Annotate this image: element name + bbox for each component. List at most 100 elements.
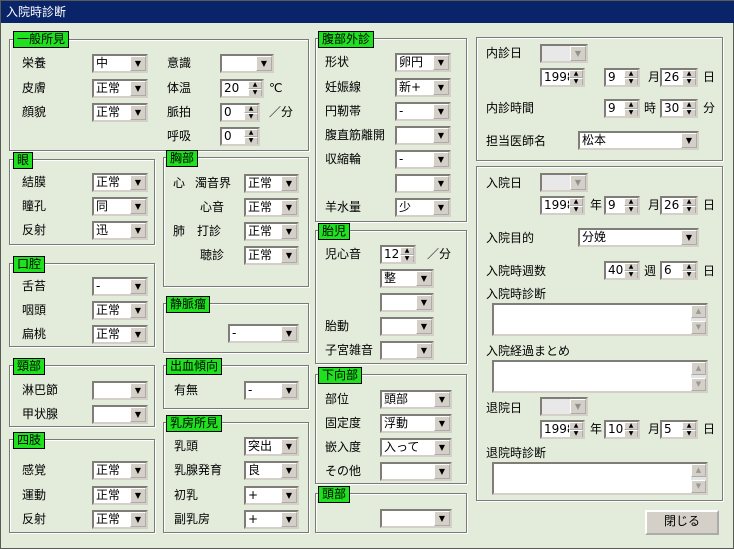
accessory-select[interactable]: + ▼ bbox=[244, 510, 299, 529]
thyroid-select[interactable]: ▼ bbox=[92, 405, 148, 424]
ligament-select[interactable]: - ▼ bbox=[395, 102, 451, 121]
admission-year-spinner[interactable]: 1998 ▲ ▼ bbox=[540, 196, 585, 215]
gland-select[interactable]: 良 ▼ bbox=[244, 461, 299, 480]
scroll-up-icon[interactable]: ▲ bbox=[691, 464, 706, 477]
discharge-month-spinner[interactable]: 10 ▲ ▼ bbox=[604, 420, 640, 439]
bleeding-select[interactable]: - ▼ bbox=[244, 381, 299, 400]
doctor-select[interactable]: 松本 ▼ bbox=[578, 131, 699, 150]
consciousness-select[interactable]: ▼ bbox=[220, 54, 274, 73]
fhr-label: 児心音 bbox=[325, 247, 362, 261]
doctor-label: 担当医師名 bbox=[486, 134, 547, 148]
exam-hour-spinner[interactable]: 9 ▲ ▼ bbox=[604, 99, 640, 118]
ring-select[interactable]: - ▼ bbox=[395, 150, 451, 169]
percussion-select[interactable]: 正常 ▼ bbox=[244, 222, 299, 241]
rhythm-select[interactable]: 整 ▼ bbox=[380, 269, 434, 288]
purpose-label: 入院目的 bbox=[486, 231, 535, 245]
exam-minute-spinner[interactable]: 30 ▲ ▼ bbox=[660, 99, 698, 118]
fetus-blank-select[interactable]: ▼ bbox=[380, 293, 434, 312]
head-select[interactable]: ▼ bbox=[380, 509, 452, 528]
exam-day-spinner[interactable]: 26 ▲ ▼ bbox=[660, 68, 698, 87]
varicose-select[interactable]: - ▼ bbox=[228, 324, 299, 343]
scrollbar[interactable]: ▲ ▼ bbox=[691, 362, 706, 391]
close-button[interactable]: 閉じる bbox=[645, 510, 719, 535]
movement-select[interactable]: ▼ bbox=[380, 317, 434, 336]
discharge-year-spinner[interactable]: 1998 ▲ ▼ bbox=[540, 420, 585, 439]
percussion-label: 打診 bbox=[197, 224, 222, 238]
rectus-select[interactable]: ▼ bbox=[395, 126, 451, 145]
pulse-spinner[interactable]: 0 ▲ ▼ bbox=[220, 103, 260, 122]
scroll-down-icon[interactable]: ▼ bbox=[691, 378, 706, 391]
pupil-select[interactable]: 同 ▼ bbox=[92, 197, 148, 216]
resp-spinner[interactable]: 0 ▲ ▼ bbox=[220, 127, 260, 146]
other-select[interactable]: ▼ bbox=[380, 462, 452, 481]
chevron-down-icon: ▼ bbox=[130, 105, 146, 120]
temp-spinner[interactable]: 20 ▲ ▼ bbox=[220, 79, 264, 98]
skin-select[interactable]: 正常 ▼ bbox=[92, 79, 148, 98]
chevron-down-icon: ▼ bbox=[433, 176, 449, 191]
chevron-down-icon: ▼ bbox=[281, 326, 297, 341]
chevron-down-icon: ▼ bbox=[433, 128, 449, 143]
admission-date-select[interactable]: ▼ bbox=[540, 173, 588, 192]
gland-label: 乳腺発育 bbox=[174, 463, 223, 477]
scroll-up-icon[interactable]: ▲ bbox=[691, 305, 706, 318]
diag-textarea[interactable]: ▲ ▼ bbox=[492, 303, 708, 336]
limbs-reflex-select[interactable]: 正常 ▼ bbox=[92, 510, 148, 529]
chevron-down-icon: ▼ bbox=[281, 383, 297, 398]
pharynx-select[interactable]: 正常 ▼ bbox=[92, 301, 148, 320]
fhr-spinner[interactable]: 120 ▲ ▼ bbox=[380, 245, 416, 264]
tonsil-select[interactable]: 正常 ▼ bbox=[92, 325, 148, 344]
tongue-select[interactable]: - ▼ bbox=[92, 277, 148, 296]
motor-select[interactable]: 正常 ▼ bbox=[92, 486, 148, 505]
chevron-down-icon: ▼ bbox=[434, 440, 450, 455]
auscult-select[interactable]: 正常 ▼ bbox=[244, 246, 299, 265]
chevron-down-icon: ▼ bbox=[433, 55, 449, 70]
dull-select[interactable]: 正常 ▼ bbox=[244, 174, 299, 193]
exam-month-spinner[interactable]: 9 ▲ ▼ bbox=[604, 68, 640, 87]
tonsil-label: 扁桃 bbox=[22, 327, 47, 341]
scroll-up-icon[interactable]: ▲ bbox=[691, 362, 706, 375]
purpose-select[interactable]: 分娩 ▼ bbox=[578, 228, 699, 247]
scroll-down-icon[interactable]: ▼ bbox=[691, 480, 706, 493]
abdomen-extra-select[interactable]: ▼ bbox=[395, 174, 451, 193]
discharge-day-spinner[interactable]: 5 ▲ ▼ bbox=[660, 420, 698, 439]
part-select[interactable]: 頭部 ▼ bbox=[380, 390, 452, 409]
exam-month-unit: 月 bbox=[648, 70, 661, 84]
pharynx-label: 咽頭 bbox=[22, 303, 47, 317]
nipple-select[interactable]: 突出 ▼ bbox=[244, 437, 299, 456]
amniotic-select[interactable]: 少 ▼ bbox=[395, 198, 451, 217]
course-label: 入院経過まとめ bbox=[486, 344, 571, 358]
conj-select[interactable]: 正常 ▼ bbox=[92, 173, 148, 192]
scrollbar[interactable]: ▲ ▼ bbox=[691, 305, 706, 334]
pulse-unit: ／分 bbox=[269, 105, 294, 119]
colostrum-select[interactable]: + ▼ bbox=[244, 486, 299, 505]
scroll-down-icon[interactable]: ▼ bbox=[691, 321, 706, 334]
engage-select[interactable]: 入って ▼ bbox=[380, 438, 452, 457]
fixed-select[interactable]: 浮動 ▼ bbox=[380, 414, 452, 433]
weeks-spinner[interactable]: 40 ▲ ▼ bbox=[604, 261, 640, 280]
part-label: 部位 bbox=[325, 392, 350, 406]
face-select[interactable]: 正常 ▼ bbox=[92, 103, 148, 122]
sense-select[interactable]: 正常 ▼ bbox=[92, 461, 148, 480]
exam-year-spinner[interactable]: 1998 ▲ ▼ bbox=[540, 68, 585, 87]
nutrition-select[interactable]: 中 ▼ bbox=[92, 54, 148, 73]
shape-select[interactable]: 卵円 ▼ bbox=[395, 53, 451, 72]
eye-reflex-select[interactable]: 迅 ▼ bbox=[92, 221, 148, 240]
striae-label: 妊娠線 bbox=[325, 80, 362, 94]
admission-month-spinner[interactable]: 9 ▲ ▼ bbox=[604, 196, 640, 215]
heart-sound-select[interactable]: 正常 ▼ bbox=[244, 198, 299, 217]
admission-day-spinner[interactable]: 26 ▲ ▼ bbox=[660, 196, 698, 215]
uterine-noise-select[interactable]: ▼ bbox=[380, 341, 434, 360]
scrollbar[interactable]: ▲ ▼ bbox=[691, 464, 706, 493]
chevron-down-icon: ▼ bbox=[281, 248, 297, 263]
days-spinner[interactable]: 6 ▲ ▼ bbox=[660, 261, 698, 280]
chevron-down-icon: ▼ bbox=[281, 200, 297, 215]
dull-label: 濁音界 bbox=[195, 176, 232, 190]
discharge-month-unit: 月 bbox=[648, 422, 661, 436]
exam-date-select[interactable]: ▼ bbox=[540, 44, 588, 63]
discharge-date-select[interactable]: ▼ bbox=[540, 397, 588, 416]
discharge-diag-textarea[interactable]: ▲ ▼ bbox=[492, 462, 708, 495]
course-textarea[interactable]: ▲ ▼ bbox=[492, 360, 708, 393]
chevron-down-icon: ▼ bbox=[681, 230, 697, 245]
lymph-select[interactable]: ▼ bbox=[92, 381, 148, 400]
striae-select[interactable]: 新+ ▼ bbox=[395, 78, 451, 97]
